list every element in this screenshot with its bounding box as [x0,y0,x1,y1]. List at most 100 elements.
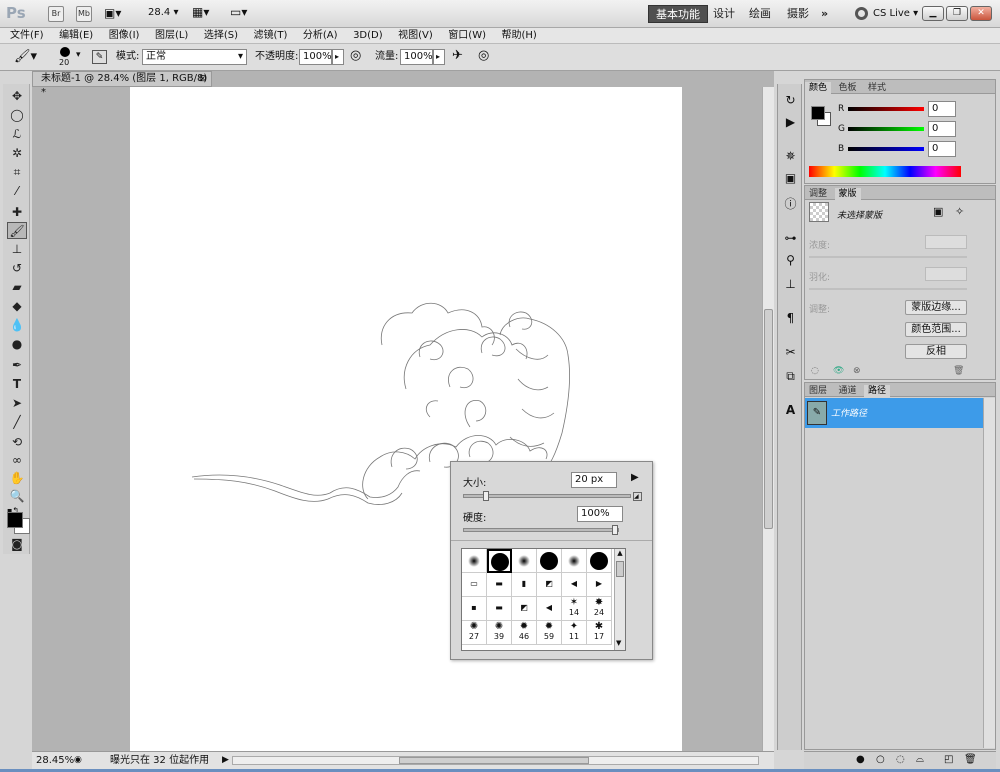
g-slider[interactable] [848,127,924,131]
scroll-up-icon[interactable]: ▲ [615,549,625,557]
eyedropper-icon[interactable]: ⁄ [7,183,27,200]
brush-panel-toggle-icon[interactable]: ✎ [92,50,107,64]
layer-comps-icon[interactable]: ⧉ [781,368,800,385]
marker-brush-preset[interactable]: ◀ [537,597,562,621]
close-tab-icon[interactable]: ⊠ [199,72,207,86]
mode-select[interactable]: 正常 ▾ [142,49,247,65]
soft-brush-preset[interactable] [462,549,487,573]
apply-mask-icon[interactable]: 👁 [833,366,844,376]
brush-presets-icon[interactable]: ⊶ [781,230,800,247]
tab-color[interactable]: 颜色 [805,82,832,95]
tab-swatches[interactable]: 色板 [835,82,861,95]
tab-layers[interactable]: 图层 [805,385,831,398]
3d-orbit-icon[interactable]: ∞ [7,452,27,469]
paragraph-panel-icon[interactable]: ¶ [781,310,800,327]
scatter-brush-27[interactable]: ✺ 27 [462,621,487,645]
close-button[interactable]: ✕ [970,6,992,21]
save-preset-icon[interactable]: ◢ [633,492,642,501]
menu-help[interactable]: 帮助(H) [496,28,543,44]
menu-layer[interactable]: 图层(L) [149,28,194,44]
vector-mask-icon[interactable]: ✧ [955,205,964,218]
blur-tool-icon[interactable]: 💧 [7,317,27,334]
foreground-color-chip[interactable] [811,106,825,120]
minimize-button[interactable]: ▁ [922,6,944,21]
hardness-slider[interactable] [463,525,619,535]
tool-presets-icon[interactable]: ⊥ [781,276,800,293]
pressure-size-icon[interactable]: ◎ [478,48,489,63]
hand-tool-icon[interactable]: ✋ [7,470,27,487]
chalk-brush-preset[interactable]: ▬ [487,573,512,597]
picker-menu-icon[interactable]: ▶ [631,472,639,483]
new-path-icon[interactable]: ◰ [944,754,953,765]
clone-source-icon[interactable]: ⚲ [781,252,800,269]
menu-window[interactable]: 窗口(W) [442,28,492,44]
move-tool-icon[interactable]: ✥ [7,88,27,105]
chalk-brush-preset[interactable]: ◀ [562,573,587,597]
delete-mask-icon[interactable]: 🗑 [953,366,964,376]
load-selection-icon[interactable]: ◌ [811,366,819,376]
chalk-brush-preset[interactable]: ◩ [537,573,562,597]
horizontal-scroll-thumb[interactable] [399,757,589,764]
hard-brush-preset-selected[interactable] [487,549,512,573]
info-panel-icon[interactable]: ⓘ [781,196,800,213]
invert-button[interactable]: 反相 [905,344,967,359]
marker-brush-preset[interactable]: ▪ [462,597,487,621]
chalk-brush-preset[interactable]: ▮ [512,573,537,597]
elliptical-marquee-icon[interactable]: ◯ [7,107,27,124]
type-tool-icon[interactable]: T [7,376,27,393]
hard-brush-preset[interactable] [537,549,562,573]
cs-live-menu[interactable]: CS Live ▾ [873,8,918,19]
navigator-panel-icon[interactable]: ▣ [781,170,800,187]
3d-panel-icon[interactable]: ✵ [781,148,800,165]
color-spectrum-ramp[interactable] [809,166,961,177]
menu-file[interactable]: 文件(F) [4,28,50,44]
size-field[interactable]: 20 px [571,472,617,488]
mask-edge-button[interactable]: 蒙版边缘... [905,300,967,315]
view-extras-icon[interactable]: ▣▾ [104,6,126,22]
chalk-brush-preset[interactable]: ▭ [462,573,487,597]
soft-brush-preset[interactable] [562,549,587,573]
presets-scrollbar[interactable]: ▲ ▼ [614,549,625,650]
more-workspaces-button[interactable]: » [814,5,835,23]
lasso-tool-icon[interactable]: ℒ [7,126,27,143]
clone-stamp-icon[interactable]: ⊥ [7,241,27,258]
menu-select[interactable]: 选择(S) [198,28,244,44]
marker-brush-preset[interactable]: ◩ [512,597,537,621]
quick-selection-icon[interactable]: ✲ [7,145,27,162]
vertical-scroll-thumb[interactable] [764,309,773,529]
history-brush-icon[interactable]: ↺ [7,260,27,277]
zoom-percentage[interactable]: 28.45% [36,752,74,769]
brush-preview-icon[interactable] [60,47,70,57]
tab-styles[interactable]: 样式 [864,82,890,95]
horizontal-scrollbar[interactable] [232,756,759,765]
menu-analysis[interactable]: 分析(A) [297,28,344,44]
tab-masks[interactable]: 蒙版 [834,188,861,201]
hard-brush-preset[interactable] [587,549,612,573]
paint-bucket-icon[interactable]: ◆ [7,298,27,315]
chalk-brush-preset[interactable]: ▶ [587,573,612,597]
menu-image[interactable]: 图像(I) [103,28,146,44]
scatter-brush-59[interactable]: ✹ 59 [537,621,562,645]
size-slider-knob[interactable] [483,491,489,501]
crop-tool-icon[interactable]: ⌗ [7,164,27,181]
hardness-field[interactable]: 100% [577,506,623,522]
zoom-level-dropdown[interactable]: 28.4 ▾ [148,7,178,18]
marker-brush-preset[interactable]: ▬ [487,597,512,621]
layers-scrollbar[interactable] [983,398,995,748]
spot-healing-icon[interactable]: ✚ [7,204,27,221]
tab-channels[interactable]: 通道 [835,385,861,398]
foreground-color-swatch[interactable] [7,512,23,528]
arrange-documents-icon[interactable]: ▦▾ [192,5,209,19]
soft-brush-preset[interactable] [512,549,537,573]
menu-view[interactable]: 视图(V) [392,28,439,44]
pen-tool-icon[interactable]: ✒ [7,357,27,374]
make-work-path-icon[interactable]: ⌓ [916,754,924,765]
g-field[interactable]: 0 [928,121,956,137]
disable-mask-icon[interactable]: ⊗ [853,366,861,376]
tools-options-icon[interactable]: ✂ [781,344,800,361]
work-path-row[interactable]: ✎ 工作路径 [805,398,983,428]
quick-mask-icon[interactable]: ◙ [7,536,27,553]
scatter-brush-11[interactable]: ✦ 11 [562,621,587,645]
b-slider[interactable] [848,147,924,151]
tool-preset-icon[interactable]: 🖌▾ [14,49,37,64]
